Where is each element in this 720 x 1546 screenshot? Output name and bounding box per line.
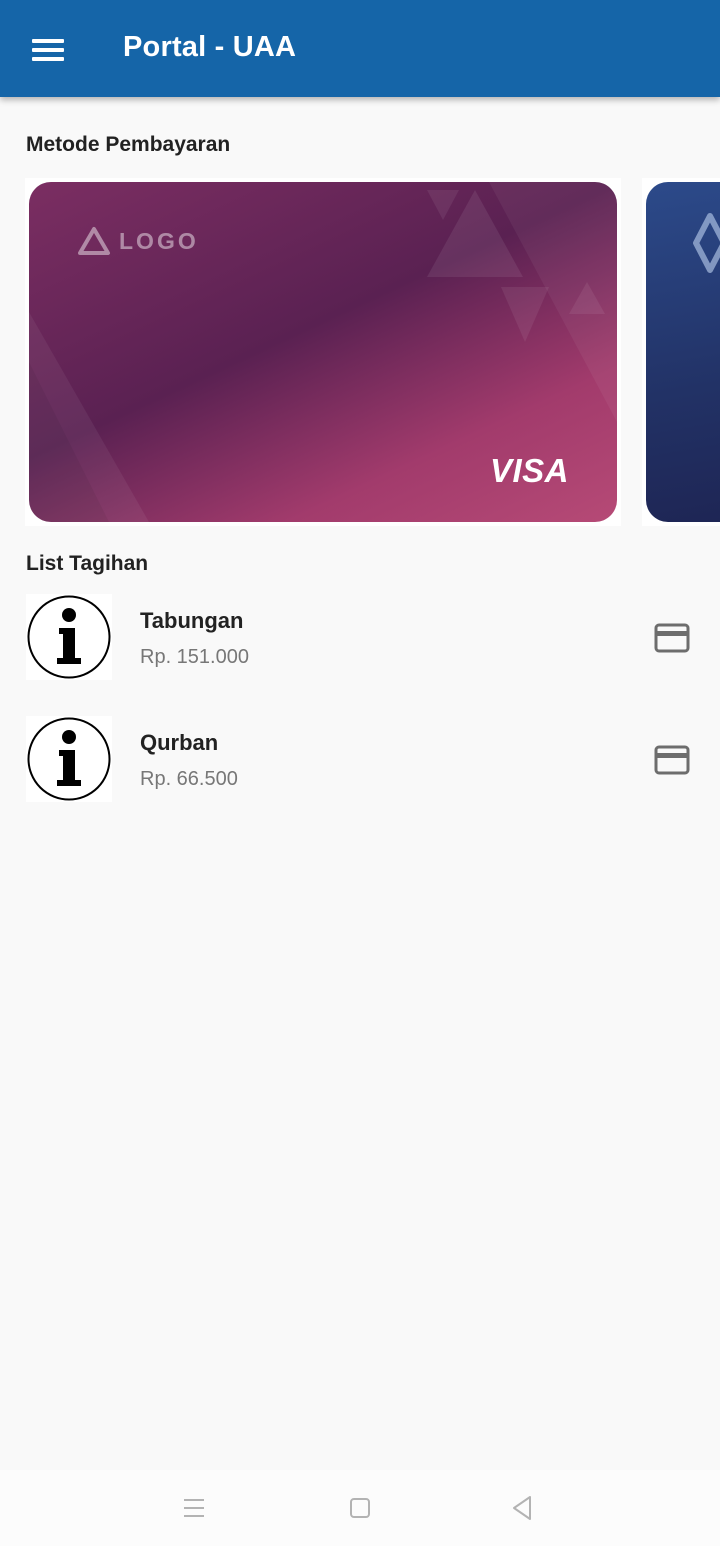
info-icon: [26, 716, 112, 802]
home-button[interactable]: [340, 1490, 380, 1526]
bill-list-heading: List Tagihan: [26, 552, 149, 575]
payment-methods-heading: Metode Pembayaran: [26, 133, 231, 156]
bill-amount: Rp. 66.500: [140, 768, 238, 790]
payment-card-carousel[interactable]: LOGO VISA: [0, 178, 720, 528]
bill-name: Tabungan: [140, 608, 244, 633]
triangle-logo-icon: [78, 227, 110, 255]
card-face: [646, 182, 720, 522]
back-icon: [513, 1496, 531, 1520]
credit-card-icon: [654, 745, 690, 775]
bill-name: Qurban: [140, 730, 219, 755]
menu-button[interactable]: [20, 24, 76, 76]
info-icon: [26, 594, 112, 680]
hamburger-menu-icon: [32, 39, 64, 61]
bill-item-tabungan[interactable]: Tabungan Rp. 151.000: [0, 594, 720, 684]
home-icon: [350, 1498, 370, 1518]
bill-item-qurban[interactable]: Qurban Rp. 66.500: [0, 716, 720, 806]
back-button[interactable]: [502, 1490, 542, 1526]
pay-button[interactable]: [648, 616, 696, 660]
payment-card-visa[interactable]: LOGO VISA: [25, 178, 621, 526]
card-face: LOGO VISA: [29, 182, 617, 522]
card-brand-label: VISA: [489, 452, 569, 489]
recent-apps-icon: [184, 1499, 204, 1517]
app-root: Portal - UAA Metode Pembayaran LOGO VISA…: [0, 0, 720, 1546]
card-logo: LOGO: [77, 226, 199, 256]
credit-card-icon: [654, 623, 690, 653]
app-bar: Portal - UAA: [0, 0, 720, 97]
system-nav-bar: [0, 1470, 720, 1546]
diamond-logo-icon: [693, 213, 720, 273]
payment-card-second[interactable]: [642, 178, 720, 526]
app-title: Portal - UAA: [123, 31, 297, 63]
recent-apps-button[interactable]: [174, 1490, 214, 1526]
pay-button[interactable]: [648, 738, 696, 782]
bill-amount: Rp. 151.000: [140, 646, 249, 668]
card-logo-text: LOGO: [119, 227, 199, 254]
